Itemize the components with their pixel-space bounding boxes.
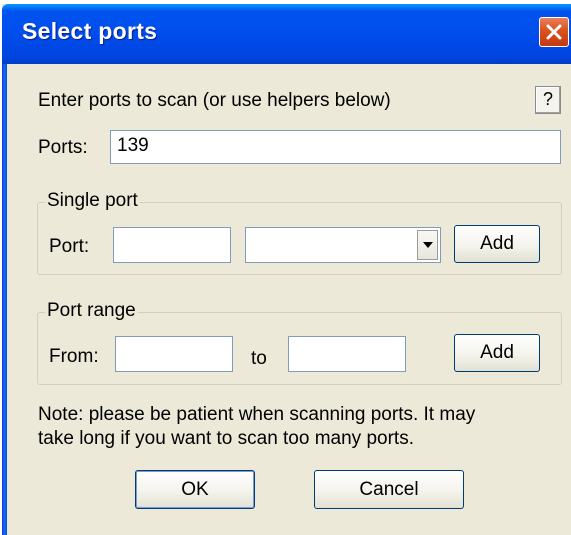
note-line-2: take long if you want to scan too many p… [38, 428, 414, 449]
single-port-legend: Single port [45, 190, 140, 212]
ports-input[interactable]: 139 [110, 130, 561, 164]
port-range-legend: Port range [45, 300, 138, 322]
port-range-add-button[interactable]: Add [454, 334, 540, 372]
range-from-label: From: [49, 346, 99, 367]
window-title: Select ports [22, 18, 158, 44]
single-port-label: Port: [49, 236, 90, 257]
close-button[interactable] [539, 17, 569, 47]
ports-label: Ports: [38, 137, 88, 158]
range-to-label: to [251, 348, 267, 369]
single-port-input[interactable] [113, 227, 231, 263]
help-button[interactable]: ? [535, 86, 561, 114]
chevron-down-icon [422, 236, 434, 254]
protocol-select[interactable] [245, 227, 441, 263]
cancel-button[interactable]: Cancel [314, 470, 464, 509]
range-to-input[interactable] [288, 336, 406, 372]
single-port-add-button[interactable]: Add [454, 225, 540, 263]
note-line-1: Note: please be patient when scanning po… [38, 404, 476, 425]
ok-button[interactable]: OK [135, 470, 255, 509]
protocol-dropdown-button[interactable] [417, 230, 438, 260]
range-from-input[interactable] [115, 336, 233, 372]
select-ports-dialog: Select ports Enter ports to scan (or use… [2, 4, 571, 535]
instructions-text: Enter ports to scan (or use helpers belo… [38, 90, 391, 111]
title-bar[interactable]: Select ports [2, 4, 571, 64]
dialog-body: Enter ports to scan (or use helpers belo… [7, 64, 571, 535]
